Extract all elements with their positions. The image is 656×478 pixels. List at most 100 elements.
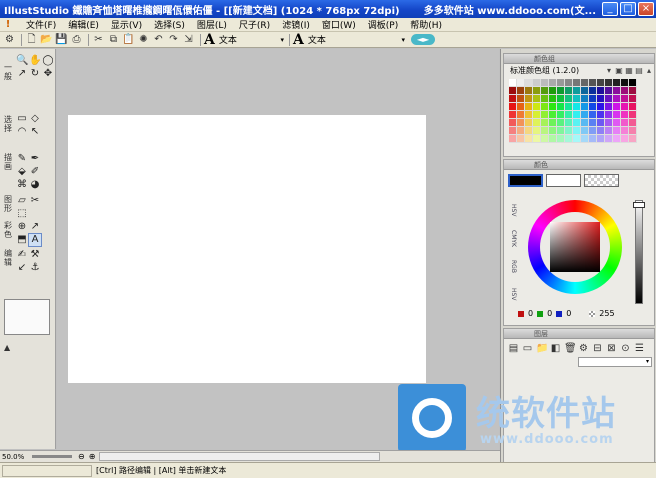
color-swatch[interactable]	[533, 135, 541, 143]
color-swatch[interactable]	[581, 135, 589, 143]
panel-header[interactable]: 颜色组	[504, 54, 654, 64]
color-swatch[interactable]	[597, 127, 605, 135]
color-swatch[interactable]	[557, 111, 565, 119]
color-swatch[interactable]	[597, 103, 605, 111]
main-color-swatch[interactable]	[508, 174, 543, 187]
gradient-icon[interactable]: ↗	[29, 221, 41, 233]
color-swatch[interactable]	[557, 95, 565, 103]
color-swatch[interactable]	[589, 79, 597, 87]
color-swatch[interactable]	[629, 103, 637, 111]
color-swatch[interactable]	[621, 95, 629, 103]
color-swatch[interactable]	[573, 103, 581, 111]
color-swatch[interactable]	[573, 119, 581, 127]
color-swatch[interactable]	[549, 79, 557, 87]
color-swatch[interactable]	[565, 135, 573, 143]
transparent-color-swatch[interactable]	[584, 174, 619, 187]
color-swatch[interactable]	[605, 135, 613, 143]
color-swatch[interactable]	[509, 135, 517, 143]
merge-icon[interactable]: ⊟	[592, 342, 603, 355]
frame-icon[interactable]: ⬚	[16, 208, 28, 220]
color-swatch[interactable]	[589, 127, 597, 135]
cut-icon[interactable]: ✂	[92, 33, 105, 46]
tone-icon[interactable]: ⬒	[16, 234, 28, 246]
color-swatch[interactable]	[629, 111, 637, 119]
color-swatch[interactable]	[597, 79, 605, 87]
redo-icon[interactable]: ↷	[167, 33, 180, 46]
maximize-button[interactable]: □	[620, 2, 636, 16]
menu-palette[interactable]: 调板(P)	[362, 18, 404, 31]
color-swatch[interactable]	[629, 79, 637, 87]
color-swatch[interactable]	[549, 127, 557, 135]
menu-layer[interactable]: 图层(L)	[191, 18, 233, 31]
settings-icon[interactable]: ⚙	[3, 33, 16, 46]
menu-ruler[interactable]: 尺子(R)	[233, 18, 276, 31]
color-swatch[interactable]	[621, 111, 629, 119]
color-swatch[interactable]	[517, 119, 525, 127]
color-swatch[interactable]	[517, 95, 525, 103]
color-swatch[interactable]	[517, 79, 525, 87]
menu-file[interactable]: 文件(F)	[20, 18, 62, 31]
color-swatch[interactable]	[533, 95, 541, 103]
undo-icon[interactable]: ↶	[152, 33, 165, 46]
color-swatch[interactable]	[605, 111, 613, 119]
menu-filter[interactable]: 滤镜(I)	[276, 18, 316, 31]
color-swatch[interactable]	[525, 119, 533, 127]
text-tool-dropdown-2[interactable]: A 文本 ▾	[293, 32, 405, 48]
color-swatch[interactable]	[621, 87, 629, 95]
color-swatch[interactable]	[549, 119, 557, 127]
swatch-add-icon[interactable]: ▣	[614, 66, 624, 75]
color-swatch[interactable]	[565, 111, 573, 119]
color-swatch[interactable]	[533, 87, 541, 95]
color-swatch[interactable]	[605, 79, 613, 87]
color-swatch[interactable]	[557, 127, 565, 135]
color-swatch[interactable]	[541, 111, 549, 119]
color-swatch[interactable]	[597, 119, 605, 127]
navigator-preview[interactable]	[4, 299, 50, 335]
menu-edit[interactable]: 编辑(E)	[62, 18, 105, 31]
color-swatch[interactable]	[557, 135, 565, 143]
color-mode-tab[interactable]: HSV	[510, 196, 517, 224]
hue-wheel[interactable]	[528, 200, 622, 294]
color-swatch[interactable]	[613, 79, 621, 87]
folder-icon[interactable]: ▭	[522, 342, 533, 355]
color-swatch[interactable]	[557, 87, 565, 95]
color-swatch[interactable]	[589, 111, 597, 119]
color-swatch[interactable]	[525, 111, 533, 119]
color-swatch[interactable]	[533, 127, 541, 135]
color-swatch[interactable]	[517, 103, 525, 111]
color-swatch[interactable]	[581, 87, 589, 95]
color-swatch[interactable]	[509, 79, 517, 87]
color-swatch[interactable]	[589, 135, 597, 143]
color-swatch[interactable]	[525, 79, 533, 87]
zoom-out-icon[interactable]: ⊖	[78, 452, 85, 461]
color-swatch[interactable]	[605, 95, 613, 103]
color-swatch[interactable]	[581, 127, 589, 135]
color-swatch[interactable]	[525, 95, 533, 103]
color-swatch[interactable]	[509, 119, 517, 127]
zoom-in-icon[interactable]: ⊕	[89, 452, 96, 461]
color-swatch[interactable]	[621, 103, 629, 111]
color-swatch[interactable]	[509, 127, 517, 135]
color-swatch[interactable]	[621, 79, 629, 87]
lock-icon[interactable]: ⊠	[606, 342, 617, 355]
swatch-grid[interactable]	[509, 79, 637, 143]
color-swatch[interactable]	[613, 103, 621, 111]
menu-select[interactable]: 选择(S)	[148, 18, 191, 31]
color-swatch[interactable]	[613, 87, 621, 95]
color-swatch[interactable]	[613, 119, 621, 127]
app-icon[interactable]: !	[2, 19, 14, 31]
color-swatch[interactable]	[605, 87, 613, 95]
rect-select-icon[interactable]: ▭	[16, 113, 28, 125]
color-swatch[interactable]	[597, 111, 605, 119]
eyedropper-icon[interactable]: ↗	[16, 68, 28, 80]
anchor-icon[interactable]: ⚓	[29, 262, 41, 274]
color-swatch[interactable]	[629, 127, 637, 135]
brush-settings-icon[interactable]: ✺	[137, 33, 150, 46]
new-file-icon[interactable]: 🗋	[25, 33, 38, 46]
color-swatch[interactable]	[517, 135, 525, 143]
lasso-icon[interactable]: ◇	[29, 113, 41, 125]
menu-window[interactable]: 窗口(W)	[316, 18, 362, 31]
color-swatch[interactable]	[581, 111, 589, 119]
close-button[interactable]: ×	[638, 2, 654, 16]
layer-menu-icon[interactable]: ☰	[634, 342, 645, 355]
